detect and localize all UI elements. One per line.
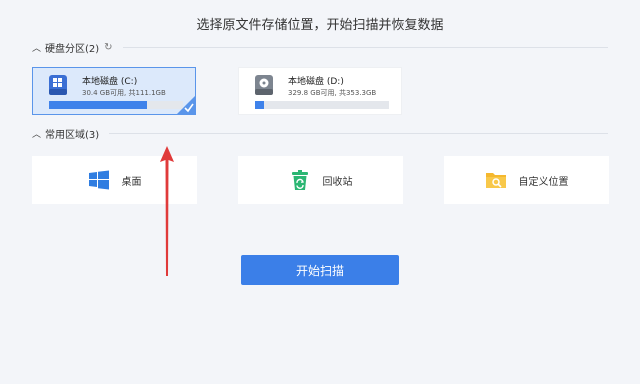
windows-icon [88,170,109,190]
drive-usage-fill [49,101,147,109]
drive-name: 本地磁盘 (D:) [288,77,344,87]
chevron-up-icon[interactable]: ︿ [32,41,42,54]
drive-c-card[interactable]: 本地磁盘 (C:) 30.4 GB可用, 共111.1GB [32,67,196,115]
recycle-bin-icon [291,170,308,190]
disk-section-header[interactable]: ︿ 硬盘分区(2) ↻ [32,40,608,55]
hard-drive-icon [255,75,273,95]
area-label: 自定义位置 [518,176,569,188]
disk-section-label: 硬盘分区(2) [45,43,100,55]
drive-usage-bar [49,101,183,109]
start-scan-button[interactable]: 开始扫描 [241,255,399,285]
area-recycle-bin[interactable]: 回收站 [238,156,403,204]
drive-name: 本地磁盘 (C:) [82,77,138,87]
hard-drive-icon [49,75,67,95]
drive-capacity: 30.4 GB可用, 共111.1GB [82,89,166,97]
drive-d-card[interactable]: 本地磁盘 (D:) 329.8 GB可用, 共353.3GB [238,67,402,115]
page-title: 选择原文件存储位置，开始扫描并恢复数据 [196,18,444,33]
section-divider [122,46,608,48]
common-section-header[interactable]: ︿ 常用区域(3) [32,126,608,141]
area-label: 桌面 [121,176,142,188]
drive-capacity: 329.8 GB可用, 共353.3GB [288,89,377,97]
chevron-up-icon[interactable]: ︿ [32,127,42,140]
folder-search-icon [485,173,506,188]
drive-usage-fill [255,101,265,109]
area-label: 回收站 [322,176,353,188]
selected-check-icon [177,96,195,114]
area-custom-location[interactable]: 自定义位置 [444,156,609,204]
refresh-icon[interactable]: ↻ [104,42,112,53]
common-section-label: 常用区域(3) [45,129,100,141]
section-divider [109,132,608,134]
red-arrow-annotation [160,146,174,276]
drive-usage-bar [255,101,389,109]
